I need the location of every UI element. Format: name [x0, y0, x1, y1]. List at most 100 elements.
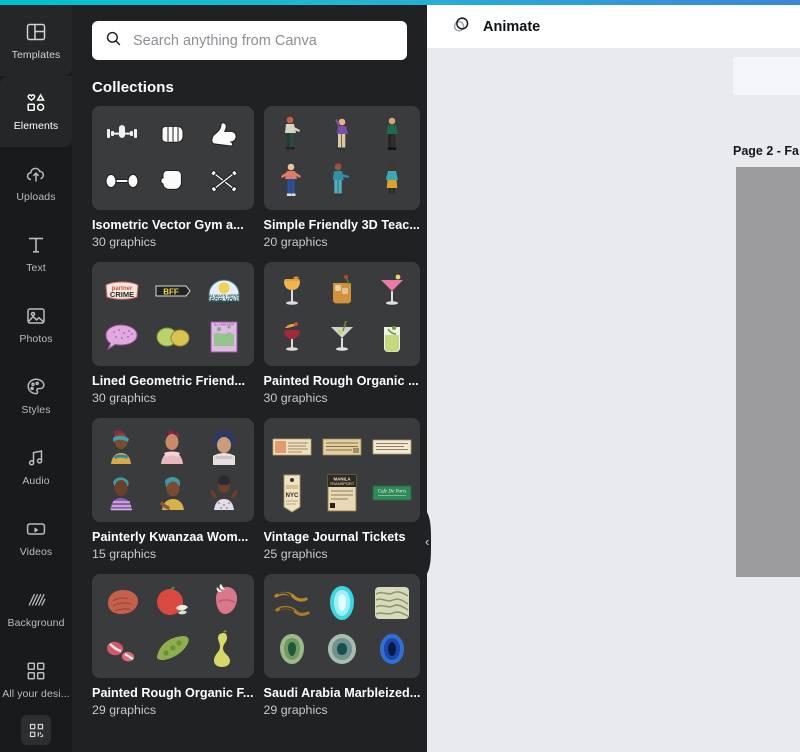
- collection-count: 30 graphics: [92, 235, 157, 249]
- photos-icon: [24, 304, 48, 328]
- collection-card[interactable]: partner CRIME BFF ALWAYS HERE FOR YOU ALL …: [92, 262, 254, 405]
- svg-text:TRANSPORT: TRANSPORT: [330, 481, 355, 486]
- thumb-item: [97, 315, 146, 359]
- thumb-item: [318, 269, 366, 313]
- thumb-item: [269, 627, 317, 671]
- chevron-left-icon: ‹: [425, 534, 430, 549]
- collection-count: 30 graphics: [263, 391, 328, 405]
- thumb-item: [148, 627, 197, 671]
- sidebar-item-label: Templates: [11, 49, 61, 61]
- thumb-item: MANILA TRANSPORT: [318, 471, 366, 515]
- page-toolbar-chip[interactable]: [733, 57, 800, 95]
- search-placeholder: Search anything from Canva: [133, 32, 317, 49]
- thumb-item: [269, 315, 317, 359]
- editor-canvas-area: Animate Page 2 - Fa: [427, 5, 800, 752]
- search-area: Search anything from Canva: [72, 5, 427, 60]
- collection-name: Painted Rough Organic ...: [263, 374, 419, 388]
- sidebar-item-elements[interactable]: Elements: [0, 76, 72, 147]
- audio-icon: [24, 446, 48, 470]
- svg-text:FOR YOU: FOR YOU: [210, 299, 237, 305]
- page-thumbnail[interactable]: [736, 167, 800, 577]
- thumb-item: [97, 159, 146, 203]
- thumb-item: [269, 581, 317, 625]
- thumb-item: [368, 627, 416, 671]
- thumb-item: [97, 627, 146, 671]
- sidebar-item-label: Photos: [19, 333, 53, 345]
- thumb-item: BFF: [148, 269, 197, 313]
- sidebar-item-videos[interactable]: Videos: [0, 502, 72, 573]
- thumb-item: [199, 471, 248, 515]
- thumb-item: Cafe De Paris: [368, 471, 416, 515]
- canvas-viewport[interactable]: Page 2 - Fa: [427, 49, 800, 752]
- collections-grid: Isometric Vector Gym a... 30 graphics Si…: [72, 106, 427, 717]
- text-icon: [24, 233, 48, 257]
- sidebar-item-label: Audio: [22, 475, 50, 487]
- collection-card[interactable]: Isometric Vector Gym a... 30 graphics: [92, 106, 254, 249]
- animate-button[interactable]: Animate: [445, 10, 546, 44]
- collection-card[interactable]: Painterly Kwanzaa Wom... 15 graphics: [92, 418, 254, 561]
- collection-count: 25 graphics: [263, 547, 328, 561]
- collection-thumbnail: partner CRIME BFF ALWAYS HERE FOR YOU ALL …: [92, 262, 254, 366]
- sidebar-item-label: Styles: [21, 404, 51, 416]
- left-sidebar-rail: Templates Elements Uploads Text Photos S…: [0, 5, 72, 752]
- collection-name: Lined Geometric Friend...: [92, 374, 246, 388]
- collection-name: Painterly Kwanzaa Wom...: [92, 530, 249, 544]
- sidebar-item-photos[interactable]: Photos: [0, 289, 72, 360]
- thumb-item: [97, 113, 146, 157]
- thumb-item: [318, 425, 366, 469]
- thumb-item: [269, 269, 317, 313]
- page-title-label: Page 2 - Fa: [733, 144, 799, 158]
- collection-card[interactable]: Saudi Arabia Marbleized... 29 graphics: [263, 574, 421, 717]
- collection-count: 29 graphics: [263, 703, 328, 717]
- thumb-item: [318, 581, 366, 625]
- search-input[interactable]: Search anything from Canva: [92, 21, 407, 60]
- collection-card[interactable]: NYC MANILA TRANSPORT Cafe De Paris Vintag…: [263, 418, 421, 561]
- collection-card[interactable]: Painted Rough Organic F... 29 graphics: [92, 574, 254, 717]
- animate-label: Animate: [483, 18, 541, 35]
- thumb-item: [148, 471, 197, 515]
- collection-name: Painted Rough Organic F...: [92, 686, 254, 700]
- styles-icon: [24, 375, 48, 399]
- collection-thumbnail: [92, 418, 254, 522]
- sidebar-item-background[interactable]: Background: [0, 573, 72, 644]
- thumb-item: [368, 269, 416, 313]
- collection-count: 29 graphics: [92, 703, 157, 717]
- sidebar-item-uploads[interactable]: Uploads: [0, 147, 72, 218]
- sidebar-item-all-your-designs[interactable]: All your desi...: [0, 644, 72, 715]
- svg-text:ALL I WANT FOR: ALL I WANT FOR: [214, 323, 234, 327]
- collection-name: Vintage Journal Tickets: [263, 530, 406, 544]
- svg-text:Cafe De Paris: Cafe De Paris: [377, 490, 406, 495]
- thumb-item: [148, 581, 197, 625]
- qr-code-icon[interactable]: [21, 715, 51, 745]
- panel-collapse-handle[interactable]: ‹: [421, 505, 440, 581]
- thumb-item: [269, 113, 317, 157]
- collection-card[interactable]: Simple Friendly 3D Teac... 20 graphics: [263, 106, 421, 249]
- canvas-toolbar: Animate: [427, 5, 800, 49]
- svg-text:CRIME: CRIME: [109, 290, 133, 299]
- thumb-item: [199, 627, 248, 671]
- sidebar-item-audio[interactable]: Audio: [0, 431, 72, 502]
- collection-thumbnail: [92, 106, 254, 210]
- background-icon: [24, 588, 48, 612]
- sidebar-item-label: Text: [26, 262, 46, 274]
- collection-card[interactable]: Painted Rough Organic ... 30 graphics: [263, 262, 421, 405]
- thumb-item: [368, 425, 416, 469]
- search-icon: [104, 29, 123, 53]
- thumb-item: [97, 425, 146, 469]
- thumb-item: [97, 581, 146, 625]
- thumb-item: ALWAYS HERE FOR YOU: [199, 269, 248, 313]
- collection-thumbnail: NYC MANILA TRANSPORT Cafe De Paris: [263, 418, 421, 522]
- sidebar-item-label: Background: [7, 617, 65, 629]
- thumb-item: [318, 627, 366, 671]
- sidebar-item-text[interactable]: Text: [0, 218, 72, 289]
- thumb-item: partner CRIME: [97, 269, 146, 313]
- thumb-item: [199, 113, 248, 157]
- sidebar-item-templates[interactable]: Templates: [0, 5, 72, 76]
- thumb-item: [148, 315, 197, 359]
- collection-count: 15 graphics: [92, 547, 157, 561]
- collection-thumbnail: [263, 262, 421, 366]
- collection-thumbnail: [263, 106, 421, 210]
- thumb-item: [97, 471, 146, 515]
- thumb-item: [148, 159, 197, 203]
- sidebar-item-styles[interactable]: Styles: [0, 360, 72, 431]
